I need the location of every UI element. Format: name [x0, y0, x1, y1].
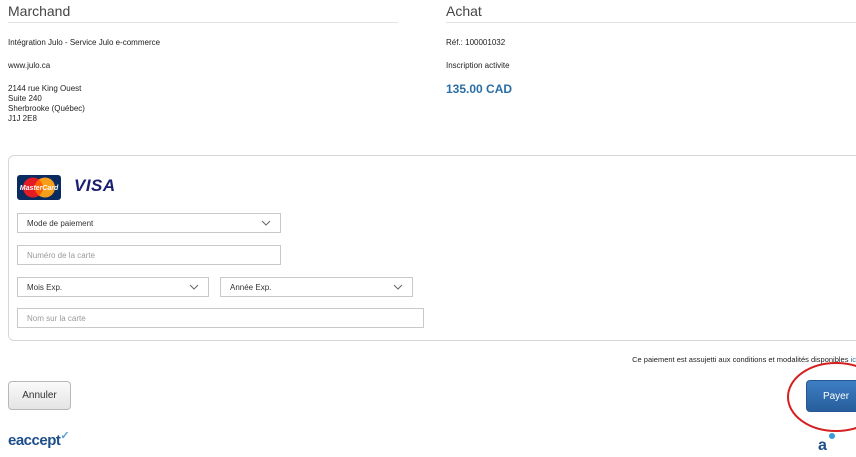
- visa-logo: VISA: [74, 176, 116, 195]
- highlight-circle: [787, 362, 856, 432]
- purchase-reference: Réf.: 100001032: [446, 38, 506, 47]
- svg-text:MasterCard: MasterCard: [20, 185, 59, 192]
- card-number-placeholder: Numéro de la carte: [27, 250, 96, 260]
- exp-year-value: Année Exp.: [230, 282, 272, 292]
- cardholder-name-placeholder: Nom sur la carte: [27, 313, 86, 323]
- partner-logo: a: [818, 433, 848, 454]
- mastercard-logo: MasterCard: [17, 175, 61, 200]
- card-number-field[interactable]: Numéro de la carte: [17, 245, 281, 265]
- exp-year-select[interactable]: Année Exp.: [220, 277, 413, 297]
- chevron-down-icon: [189, 281, 199, 295]
- merchant-website: www.julo.ca: [8, 61, 51, 70]
- exp-month-select[interactable]: Mois Exp.: [17, 277, 209, 297]
- purchase-description: Inscription activite: [446, 61, 510, 70]
- exp-month-value: Mois Exp.: [27, 282, 63, 292]
- payment-mode-select[interactable]: Mode de paiement: [17, 213, 281, 233]
- payment-mode-value: Mode de paiement: [27, 218, 94, 228]
- merchant-divider: [8, 22, 398, 23]
- chevron-down-icon: [261, 217, 271, 231]
- eaccept-logo: eaccept✓: [8, 430, 70, 449]
- purchase-heading: Achat: [446, 3, 482, 19]
- merchant-name: Intégration Julo - Service Julo e-commer…: [8, 38, 161, 47]
- merchant-heading: Marchand: [8, 3, 71, 19]
- cancel-button[interactable]: Annuler: [8, 381, 71, 410]
- purchase-divider: [446, 22, 856, 23]
- chevron-down-icon: [393, 281, 403, 295]
- merchant-address: 2144 rue King Ouest Suite 240 Sherbrooke…: [8, 84, 85, 123]
- cardholder-name-field[interactable]: Nom sur la carte: [17, 308, 424, 328]
- purchase-amount: 135.00 CAD: [446, 82, 513, 96]
- cancel-button-label: Annuler: [22, 390, 57, 401]
